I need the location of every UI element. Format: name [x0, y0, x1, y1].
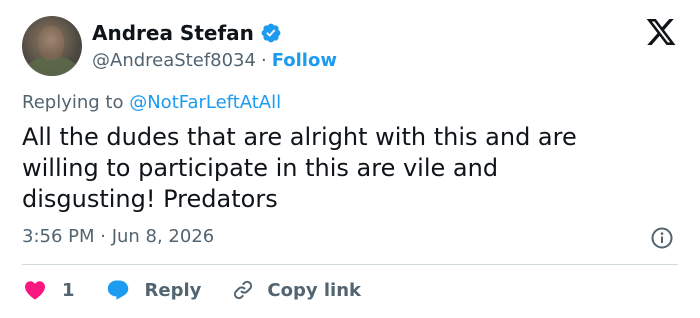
verified-badge-icon [261, 23, 281, 43]
tweet-text-line: All the dudes that are alright with this… [22, 123, 577, 151]
like-button[interactable]: 1 [22, 278, 75, 302]
avatar-face [38, 26, 64, 60]
author-handle-row: @AndreaStef8034 · Follow [92, 48, 337, 72]
copy-link-button[interactable]: Copy link [231, 278, 361, 302]
replying-to-mention[interactable]: @NotFarLeftAtAll [129, 92, 281, 113]
replying-to-line: Replying to @NotFarLeftAtAll [22, 92, 281, 113]
link-icon [234, 280, 253, 300]
avatar[interactable] [22, 16, 82, 76]
heart-icon [25, 281, 45, 300]
tweet-text-line: disgusting! Predators [22, 185, 278, 213]
copy-link-label: Copy link [267, 279, 361, 301]
author-name-row: Andrea Stefan [92, 20, 282, 46]
divider [22, 264, 678, 265]
action-bar: 1 Reply Copy link [22, 276, 361, 304]
reply-label: Reply [144, 279, 202, 301]
replying-prefix: Replying to [22, 92, 124, 113]
author-handle[interactable]: @AndreaStef8034 [92, 50, 256, 71]
reply-button[interactable]: Reply [105, 278, 202, 302]
info-icon[interactable] [650, 226, 674, 250]
tweet-card: Andrea Stefan @AndreaStef8034 · Follow R… [0, 0, 700, 318]
follow-button[interactable]: Follow [272, 50, 337, 71]
tweet-text-line: willing to participate in this are vile … [22, 154, 499, 182]
speech-bubble-icon [107, 280, 128, 300]
tweet-timestamp[interactable]: 3:56 PM · Jun 8, 2026 [22, 226, 214, 247]
tweet-text: All the dudes that are alright with this… [22, 122, 672, 215]
author-name[interactable]: Andrea Stefan [92, 21, 254, 45]
x-logo-icon[interactable] [644, 16, 678, 48]
separator-dot: · [260, 49, 267, 71]
like-count: 1 [62, 279, 75, 301]
